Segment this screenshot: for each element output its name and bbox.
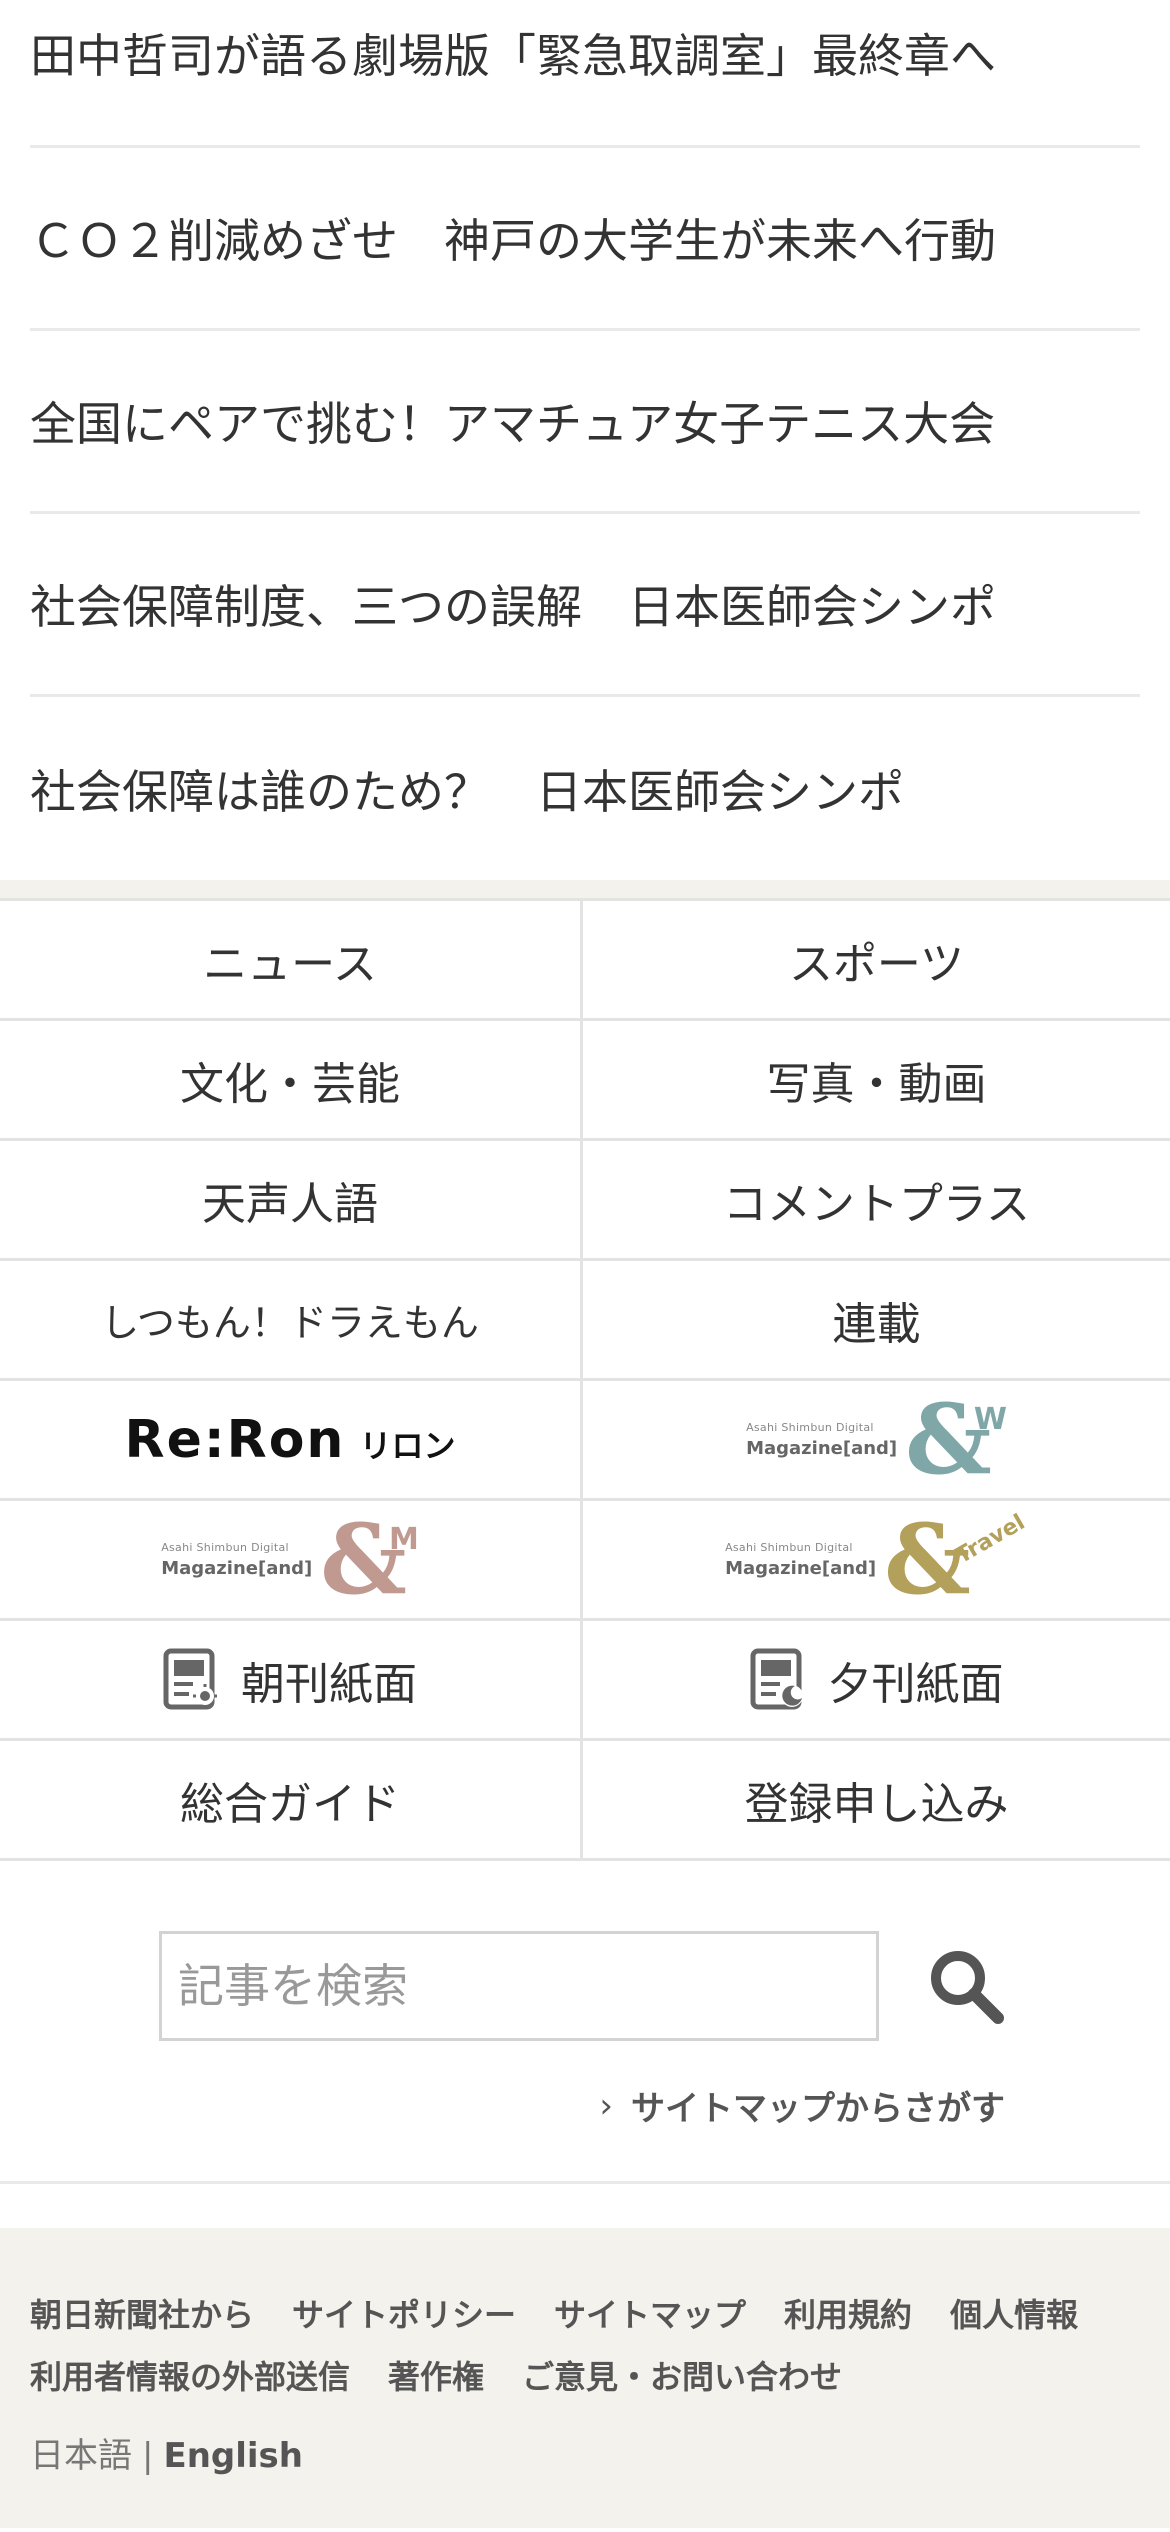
chevron-right-icon: › (599, 2085, 613, 2126)
footer-link[interactable]: 利用者情報の外部送信 (30, 2346, 350, 2408)
menu-andm[interactable]: Asahi Shimbun Digital Magazine[and] & M (0, 1501, 583, 1621)
menu-register[interactable]: 登録申し込み (583, 1741, 1170, 1861)
search-icon (931, 1951, 1004, 2024)
menu-culture[interactable]: 文化・芸能 (0, 1021, 583, 1141)
menu-sports-label: スポーツ (788, 938, 965, 990)
search-section: › サイトマップからさがす (0, 1861, 1170, 2184)
menu-tenseijingo-label: 天声人語 (202, 1178, 378, 1230)
article-link[interactable]: 田中哲司が語る劇場版「緊急取調室」最終章へ (30, 0, 1140, 148)
menu-andtravel[interactable]: Asahi Shimbun Digital Magazine[and] & Tr… (583, 1501, 1170, 1621)
menu-reron[interactable]: Re:Ron リロン (0, 1381, 583, 1501)
footer: 朝日新聞社から サイトポリシー サイトマップ 利用規約 個人情報 利用者情報の外… (0, 2228, 1170, 2528)
menu-guide-label: 総合ガイド (180, 1778, 400, 1830)
footer-link[interactable]: 朝日新聞社から (30, 2284, 254, 2346)
footer-link[interactable]: 著作権 (388, 2346, 484, 2408)
reron-logo: Re:Ron リロン (125, 1410, 456, 1470)
footer-link[interactable]: サイトマップ (554, 2284, 746, 2346)
menu-guide[interactable]: 総合ガイド (0, 1741, 583, 1861)
sitemap-search-link[interactable]: › サイトマップからさがす (0, 2081, 1170, 2130)
section-menu: ニュース スポーツ 文化・芸能 写真・動画 天声人語 コメントプラス しつもん！… (0, 880, 1170, 1861)
lang-english[interactable]: English (163, 2436, 303, 2476)
andtravel-logo-name: Magazine[and] (725, 1557, 877, 1579)
menu-morning-label: 朝刊紙面 (241, 1658, 417, 1710)
menu-sports[interactable]: スポーツ (583, 901, 1170, 1021)
morning-paper-icon (163, 1648, 219, 1712)
article-list: 田中哲司が語る劇場版「緊急取調室」最終章へ ＣＯ２削減めざせ 神戸の大学生が未来… (0, 0, 1170, 880)
footer-link[interactable]: 個人情報 (950, 2284, 1078, 2346)
menu-tenseijingo[interactable]: 天声人語 (0, 1141, 583, 1261)
menu-commentplus-label: コメントプラス (722, 1178, 1031, 1230)
search-input[interactable] (159, 1931, 879, 2041)
lang-japanese[interactable]: 日本語 (30, 2436, 132, 2476)
search-button[interactable] (921, 1941, 1011, 2031)
menu-rensai[interactable]: 連載 (583, 1261, 1170, 1381)
evening-paper-icon (750, 1648, 806, 1712)
footer-links: 朝日新聞社から サイトポリシー サイトマップ 利用規約 個人情報 利用者情報の外… (30, 2284, 1140, 2408)
menu-register-label: 登録申し込み (744, 1778, 1009, 1830)
menu-evening-label: 夕刊紙面 (827, 1658, 1004, 1710)
andm-logo-name: Magazine[and] (161, 1557, 313, 1579)
lang-separator: | (142, 2436, 154, 2476)
reron-logo-text: Re:Ron (124, 1409, 346, 1470)
andm-letter: M (388, 1522, 419, 1557)
menu-doraemon[interactable]: しつもん！ドラえもん (0, 1261, 583, 1381)
menu-photo-video[interactable]: 写真・動画 (583, 1021, 1170, 1141)
menu-morning-paper[interactable]: 朝刊紙面 (0, 1621, 583, 1741)
menu-doraemon-label: しつもん！ドラえもん (101, 1301, 479, 1345)
article-link[interactable]: ＣＯ２削減めざせ 神戸の大学生が未来へ行動 (30, 148, 1140, 331)
article-link[interactable]: 社会保障制度、三つの誤解 日本医師会シンポ (30, 514, 1140, 697)
menu-andw[interactable]: Asahi Shimbun Digital Magazine[and] & W (583, 1381, 1170, 1501)
andtravel-logo-top: Asahi Shimbun Digital (725, 1540, 853, 1554)
menu-photo-label: 写真・動画 (766, 1058, 987, 1110)
footer-link[interactable]: サイトポリシー (292, 2284, 516, 2346)
menu-culture-label: 文化・芸能 (180, 1058, 400, 1110)
andw-logo-top: Asahi Shimbun Digital (746, 1420, 874, 1434)
article-link[interactable]: 全国にペアで挑む！アマチュア女子テニス大会 (30, 331, 1140, 514)
menu-news[interactable]: ニュース (0, 901, 583, 1021)
footer-link[interactable]: 利用規約 (784, 2284, 912, 2346)
andw-logo-name: Magazine[and] (746, 1437, 898, 1459)
reron-logo-kana: リロン (359, 1426, 456, 1465)
andw-logo: Asahi Shimbun Digital Magazine[and] & W (746, 1391, 1007, 1488)
article-link[interactable]: 社会保障は誰のため？ 日本医師会シンポ (30, 697, 1140, 880)
sitemap-link-label: サイトマップからさがす (631, 2089, 1005, 2129)
footer-link[interactable]: ご意見・お問い合わせ (522, 2346, 842, 2408)
menu-rensai-label: 連載 (832, 1298, 921, 1350)
language-switcher: 日本語 | English (30, 2428, 1140, 2477)
menu-news-label: ニュース (203, 938, 377, 990)
menu-evening-paper[interactable]: 夕刊紙面 (583, 1621, 1170, 1741)
andm-logo: Asahi Shimbun Digital Magazine[and] & M (161, 1511, 419, 1608)
menu-commentplus[interactable]: コメントプラス (583, 1141, 1170, 1261)
andm-logo-top: Asahi Shimbun Digital (161, 1540, 289, 1554)
andtravel-logo: Asahi Shimbun Digital Magazine[and] & Tr… (725, 1510, 1029, 1608)
andw-letter: W (973, 1402, 1007, 1437)
